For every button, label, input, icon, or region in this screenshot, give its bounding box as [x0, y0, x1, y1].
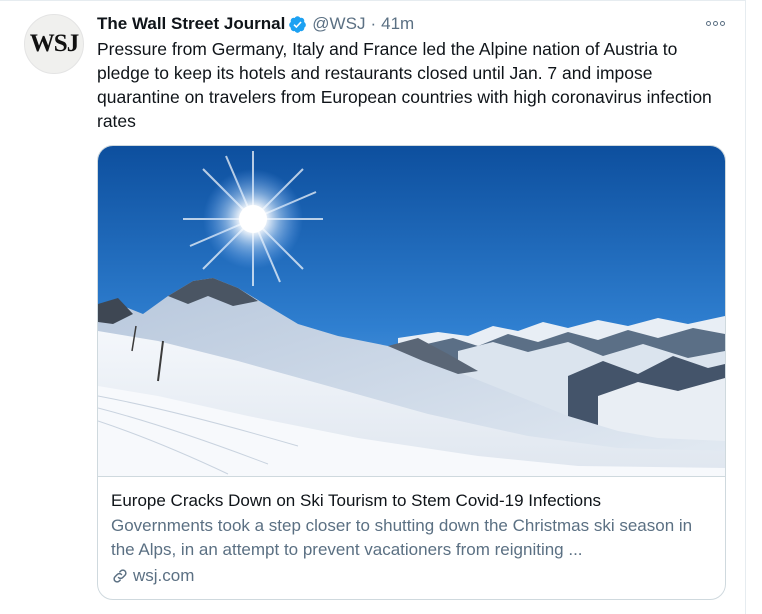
card-image[interactable] [98, 146, 725, 476]
card-domain[interactable]: wsj.com [111, 564, 194, 588]
card-domain-text[interactable]: wsj.com [133, 564, 194, 588]
tweet-container[interactable]: WSJ The Wall Street Journal @WSJ · 41m P… [0, 0, 746, 614]
verified-badge-icon [289, 15, 307, 33]
divider [0, 0, 746, 1]
more-options-icon[interactable] [700, 12, 730, 34]
author-handle[interactable]: @WSJ [312, 14, 365, 34]
separator-dot: · [370, 14, 377, 33]
link-card[interactable]: Europe Cracks Down on Ski Tourism to Ste… [97, 145, 726, 600]
avatar[interactable]: WSJ [24, 14, 84, 74]
link-icon [113, 569, 127, 583]
tweet-header: The Wall Street Journal @WSJ · 41m [97, 12, 414, 36]
card-divider [98, 476, 725, 477]
card-title[interactable]: Europe Cracks Down on Ski Tourism to Ste… [111, 490, 716, 512]
author-display-name[interactable]: The Wall Street Journal [97, 14, 285, 34]
tweet-timestamp[interactable]: 41m [381, 14, 414, 34]
tweet-text: Pressure from Germany, Italy and France … [97, 39, 712, 131]
card-description[interactable]: Governments took a step closer to shutti… [111, 514, 716, 562]
